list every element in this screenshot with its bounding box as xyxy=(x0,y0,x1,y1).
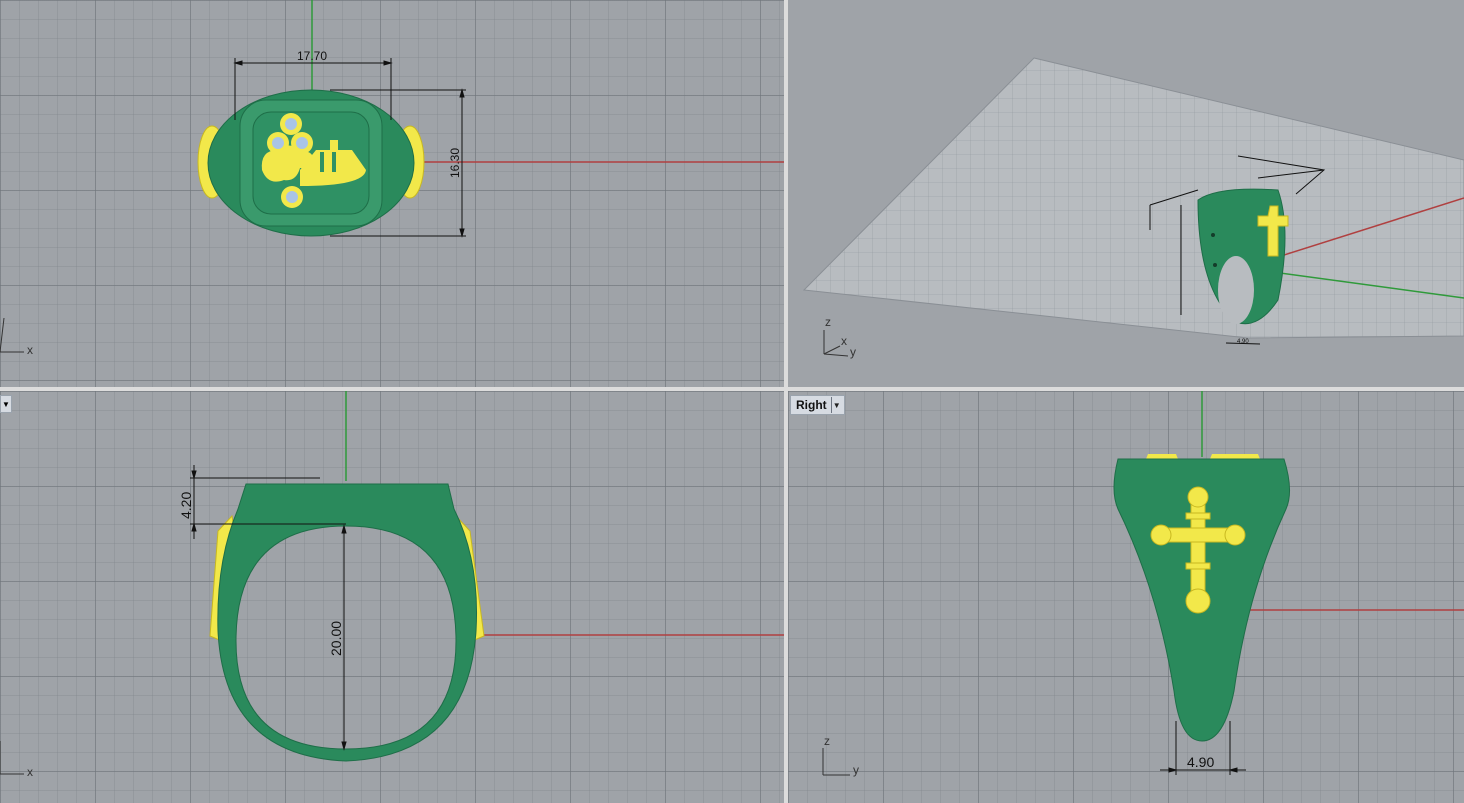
axis-label-x: x xyxy=(27,343,33,357)
axis-label-z: z xyxy=(825,315,831,329)
dim-shank-width-label: 4.90 xyxy=(1187,754,1214,770)
ornament-top xyxy=(1146,454,1260,459)
rhino-viewport-layout: 17.70 16.30 x 4.90 z x y ▼ 4.20 20.00 x … xyxy=(0,0,1464,803)
axis-label-z: z xyxy=(824,734,830,748)
axis-label-x: x xyxy=(841,334,847,348)
viewport-title: Right xyxy=(796,398,827,412)
top-viewport[interactable]: 17.70 16.30 x xyxy=(0,0,784,387)
axis-label-y: y xyxy=(853,763,859,777)
axis-indicator xyxy=(0,741,24,775)
dim-inner-diameter-label: 20.00 xyxy=(328,621,344,656)
perspective-dim-label: 4.90 xyxy=(1237,339,1249,345)
front-viewport[interactable]: ▼ 4.20 20.00 x xyxy=(0,391,784,803)
perspective-viewport[interactable]: 4.90 z x y xyxy=(788,0,1464,387)
chevron-down-icon[interactable]: ▼ xyxy=(830,397,842,413)
viewport-title-tab[interactable]: Right ▼ xyxy=(790,395,845,415)
right-view-canvas: 4.90 z y xyxy=(822,391,1464,777)
axis-indicator xyxy=(822,748,850,776)
dim-width-label: 17.70 xyxy=(297,49,327,63)
dim-height-label: 16.30 xyxy=(448,148,462,178)
ring-front-body xyxy=(217,483,477,762)
axis-indicator xyxy=(0,317,24,353)
axis-label-y: y xyxy=(850,345,856,359)
top-view-canvas: 17.70 16.30 x xyxy=(0,0,784,357)
dim-top-height-label: 4.20 xyxy=(178,492,194,519)
axis-label-x: x xyxy=(27,765,33,779)
right-viewport[interactable]: 4.90 z y Right ▼ xyxy=(788,391,1464,803)
perspective-grid-lines xyxy=(804,58,1464,338)
perspective-canvas: 4.90 z x y xyxy=(802,57,1464,359)
front-view-canvas: 4.20 20.00 x xyxy=(0,391,784,779)
